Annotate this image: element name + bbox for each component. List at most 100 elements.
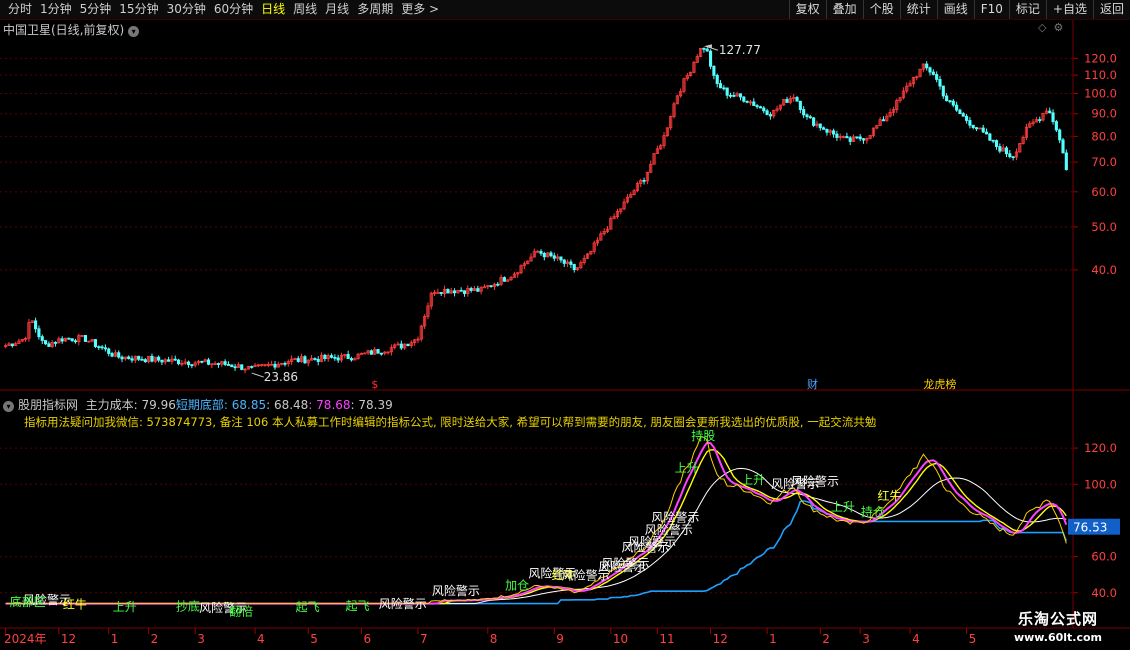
candle-body <box>861 138 866 141</box>
candle-body <box>226 364 231 366</box>
date-tick-label: 10 <box>613 632 628 646</box>
watermark-url: www.60lt.com <box>1013 631 1103 644</box>
indicator-value-label: : <box>308 398 317 412</box>
candle-body <box>855 136 859 139</box>
candle-body <box>70 338 74 342</box>
price-tick-label: 80.0 <box>1091 129 1117 143</box>
date-tick-label: 4 <box>257 632 265 646</box>
candle-body <box>951 100 955 106</box>
candle-body <box>931 71 935 75</box>
indicator-value: 78.39 <box>358 398 393 412</box>
candle-body <box>37 328 41 338</box>
candle-body <box>994 140 999 147</box>
candle-body <box>762 107 766 112</box>
candle-body <box>496 283 500 286</box>
price-tick-label: 110.0 <box>1084 68 1117 82</box>
candle-body <box>439 292 443 294</box>
candle-body <box>173 358 177 361</box>
candle-body <box>1051 112 1055 122</box>
candle-body <box>103 347 107 350</box>
candle-body <box>206 359 211 365</box>
candle-body <box>858 136 862 140</box>
candle-body <box>150 355 154 362</box>
cost-line <box>5 467 1067 605</box>
min-price-label: 23.86 <box>264 370 298 384</box>
indicator-value-label: 短期底部: <box>175 398 232 412</box>
candle-body <box>984 131 989 135</box>
candle-body <box>845 136 849 139</box>
candle-body <box>725 87 729 96</box>
candle-body <box>928 67 932 73</box>
candle-body <box>835 133 839 138</box>
signal-label: 上升 <box>675 461 699 475</box>
signal-label: 抄底 <box>176 599 200 614</box>
indicator-menu-icon[interactable]: ▾ <box>3 401 14 412</box>
candle-body <box>745 100 749 103</box>
candle-body <box>1058 129 1062 141</box>
candle-body <box>462 290 467 294</box>
candle-body <box>333 356 337 359</box>
candle-body <box>958 109 962 115</box>
candle-body <box>130 358 134 361</box>
candle-body <box>768 114 772 117</box>
candle-body <box>313 358 317 360</box>
candle-body <box>552 255 556 259</box>
candle-body <box>1061 139 1065 154</box>
candle-body <box>938 79 942 87</box>
candle-body <box>140 358 144 361</box>
signal-label: 起飞 <box>345 599 369 613</box>
candle-body <box>805 114 809 118</box>
candle-body <box>642 180 646 182</box>
candle-body <box>981 127 985 133</box>
candle-body <box>971 124 975 129</box>
indicator-name[interactable]: 股朋指标网 <box>18 398 78 412</box>
candle-body <box>752 101 756 107</box>
indicator-value: 68.85 <box>231 398 267 412</box>
candle-body <box>795 97 799 102</box>
candle-body <box>965 115 969 121</box>
candle-body <box>1064 152 1068 171</box>
date-tick-label: 4 <box>912 632 920 646</box>
candle-body <box>1004 147 1009 155</box>
candle-body <box>1008 153 1012 158</box>
candle-body <box>100 346 104 349</box>
candle-body <box>446 288 450 294</box>
candle-body <box>216 363 221 365</box>
candle-body <box>991 139 995 142</box>
candle-body <box>702 47 706 50</box>
candle-body <box>1038 119 1042 121</box>
candle-body <box>230 364 234 368</box>
candle-body <box>157 356 161 361</box>
candle-body <box>60 338 64 342</box>
date-tick-label: 11 <box>659 632 674 646</box>
candle-body <box>160 359 164 363</box>
chart-area[interactable]: 120.0 110.0 100.0 90.0 80.0 70.0 60.0 50.0 40.0 1… <box>0 0 1130 650</box>
candle-body <box>705 48 709 52</box>
candle-body <box>742 96 746 102</box>
candle-body <box>765 110 769 115</box>
candle-body <box>190 364 194 367</box>
date-tick-label: 9 <box>556 632 564 646</box>
indicator-note: 指标用法疑问加我微信: 573874773, 备注 106 本人私募工作时编辑的… <box>24 415 877 429</box>
candle-body <box>825 129 829 133</box>
candle-body <box>406 343 410 347</box>
watermark-name: 乐淘公式网 <box>1017 610 1098 628</box>
candle-body <box>43 340 48 345</box>
date-tick-label: 1 <box>769 632 777 646</box>
min-marker-line <box>251 372 264 378</box>
candle-body <box>1048 110 1052 114</box>
candle-body <box>296 358 300 362</box>
date-tick-label: 5 <box>310 632 318 646</box>
candle-body <box>452 290 457 294</box>
date-tick-label: 12 <box>713 632 728 646</box>
candle-body <box>968 120 972 126</box>
candle-body <box>1054 121 1058 131</box>
candle-body <box>323 354 327 360</box>
indicator-value-label: : <box>266 398 274 412</box>
date-tick-label: 3 <box>197 632 205 646</box>
indicator-header: ▾ 股朋指标网 主力成本: 79.96短期底部: 68.85: 68.48: 78… <box>3 396 393 413</box>
candle-body <box>489 285 493 288</box>
event-mark: 财 <box>807 377 818 391</box>
candle-body <box>316 358 320 362</box>
signal-label: 上升 <box>113 600 137 614</box>
